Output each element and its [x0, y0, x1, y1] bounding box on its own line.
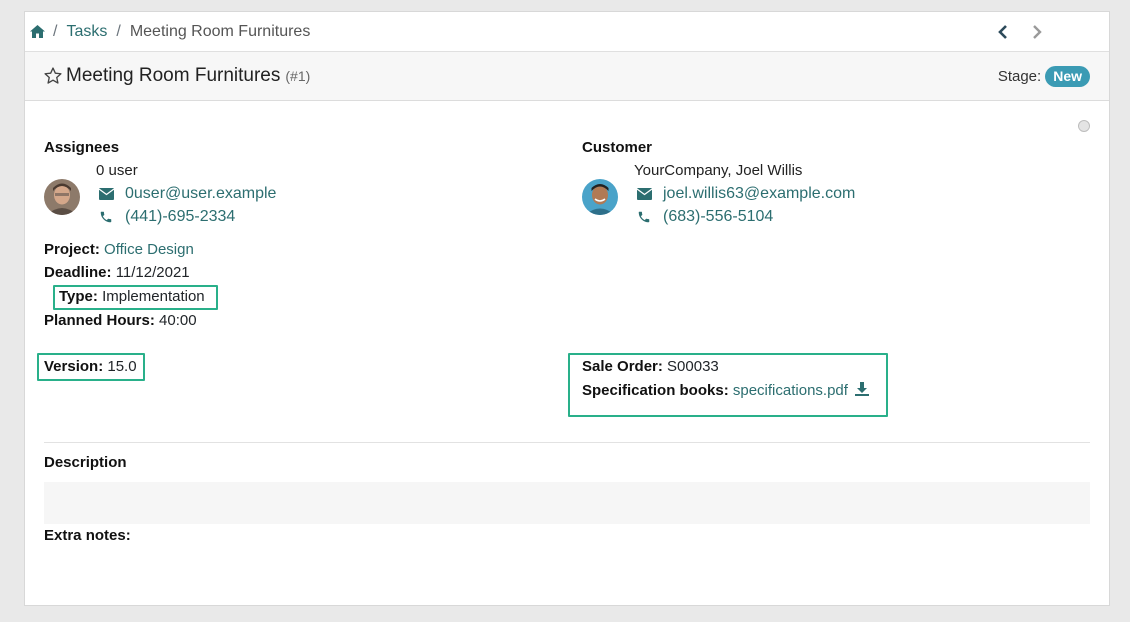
sale-order-label: Sale Order:: [582, 358, 663, 375]
customer-phone-row: (683)-556-5104: [636, 208, 773, 226]
customer-phone-link[interactable]: (683)-556-5104: [663, 208, 773, 226]
project-link[interactable]: Office Design: [104, 241, 194, 258]
stage-label: Stage:: [997, 68, 1042, 85]
assignee-name[interactable]: 0 user: [96, 162, 138, 179]
type-field: Type: Implementation: [59, 288, 205, 305]
assignee-email-row: 0user@user.example: [98, 185, 276, 203]
description-label: Description: [44, 454, 127, 471]
assignee-phone-row: (441)-695-2334: [98, 208, 235, 226]
section-divider: [44, 442, 1090, 443]
assignee-phone-link[interactable]: (441)-695-2334: [125, 208, 235, 226]
breadcrumb: / Tasks / Meeting Room Furnitures: [25, 12, 1109, 52]
specification-books-field: Specification books: specifications.pdf: [582, 382, 870, 400]
page-title: Meeting Room Furnitures: [66, 65, 281, 86]
specification-books-label: Specification books:: [582, 382, 729, 399]
avatar: [44, 179, 80, 215]
envelope-icon: [636, 186, 652, 202]
breadcrumb-tasks-link[interactable]: Tasks: [66, 23, 107, 41]
customer-label: Customer: [582, 139, 653, 156]
deadline-field: Deadline: 11/12/2021: [44, 264, 190, 281]
specification-file-link[interactable]: specifications.pdf: [733, 382, 848, 399]
chevron-right-icon[interactable]: [1029, 22, 1045, 42]
star-outline-icon[interactable]: [43, 66, 63, 86]
sale-order-value[interactable]: S00033: [667, 358, 719, 375]
assignees-label: Assignees: [44, 139, 120, 156]
type-value[interactable]: Implementation: [102, 288, 205, 305]
version-field: Version: 15.0: [44, 358, 137, 375]
version-value[interactable]: 15.0: [107, 358, 136, 375]
breadcrumb-separator: /: [116, 22, 121, 40]
customer-email-row: joel.willis63@example.com: [636, 185, 855, 203]
avatar: [582, 179, 618, 215]
customer-email-link[interactable]: joel.willis63@example.com: [663, 185, 855, 203]
project-label: Project:: [44, 241, 100, 258]
sale-order-field: Sale Order: S00033: [582, 358, 719, 375]
record-pager: [995, 22, 1045, 42]
chevron-left-icon[interactable]: [995, 22, 1011, 42]
task-card: / Tasks / Meeting Room Furnitures Meetin…: [24, 11, 1110, 606]
deadline-value[interactable]: 11/12/2021: [116, 264, 190, 281]
envelope-icon: [98, 186, 114, 202]
phone-icon: [636, 209, 652, 225]
type-label: Type:: [59, 288, 98, 305]
phone-icon: [98, 209, 114, 225]
breadcrumb-separator: /: [53, 22, 58, 40]
record-number: (#1): [285, 68, 311, 84]
customer-name[interactable]: YourCompany, Joel Willis: [634, 162, 802, 179]
breadcrumb-current: Meeting Room Furnitures: [129, 22, 311, 40]
planned-hours-value[interactable]: 40:00: [159, 312, 197, 329]
description-field[interactable]: [44, 482, 1090, 524]
deadline-label: Deadline:: [44, 264, 112, 281]
download-icon[interactable]: [855, 382, 870, 400]
project-field: Project: Office Design: [44, 241, 194, 258]
planned-hours-label: Planned Hours:: [44, 312, 155, 329]
extra-notes-label: Extra notes:: [44, 527, 131, 544]
title-bar: Meeting Room Furnitures (#1) Stage: New: [25, 52, 1109, 101]
stage-badge[interactable]: New: [1045, 66, 1090, 87]
version-label: Version:: [44, 358, 104, 375]
status-indicator[interactable]: [1078, 120, 1090, 132]
planned-hours-field: Planned Hours: 40:00: [44, 312, 197, 329]
home-icon[interactable]: [29, 24, 45, 40]
assignee-email-link[interactable]: 0user@user.example: [125, 185, 276, 203]
stage-indicator: Stage: New: [998, 66, 1090, 87]
